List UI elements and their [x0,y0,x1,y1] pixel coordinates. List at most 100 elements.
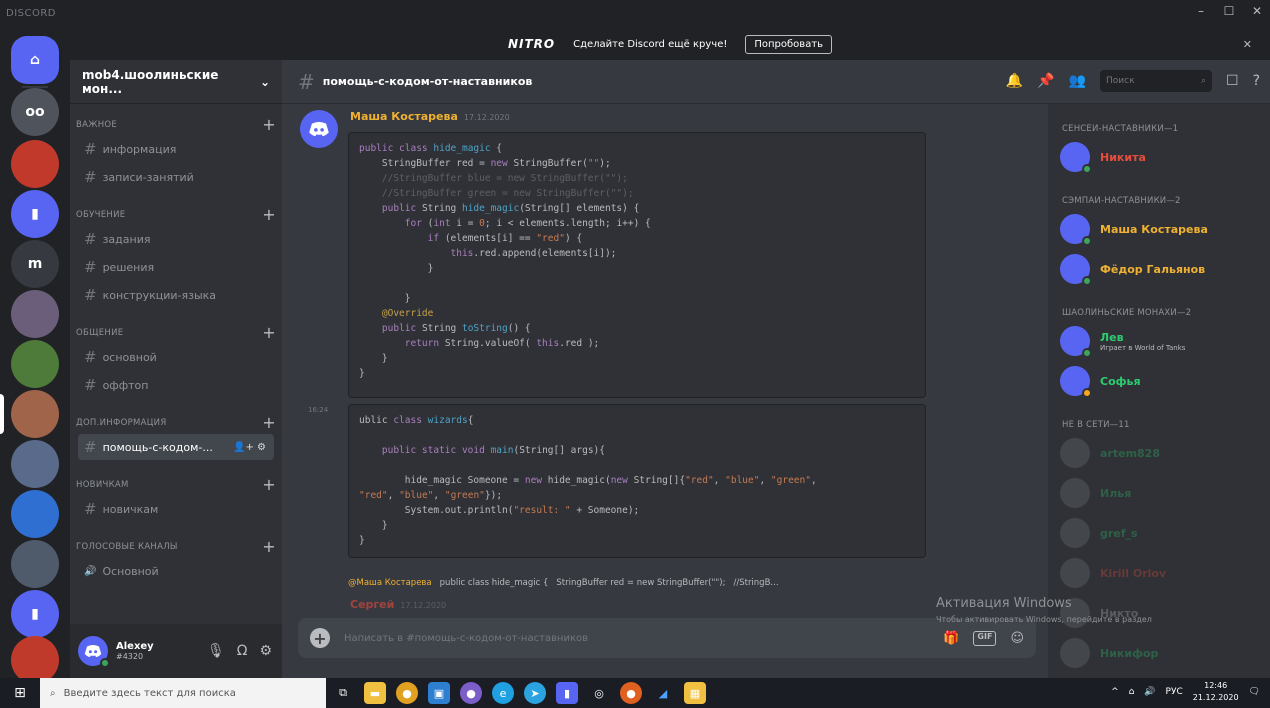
file-explorer-icon[interactable]: ▬ [364,682,386,704]
search-icon: ⌕ [1200,76,1206,86]
firefox-icon[interactable]: ● [620,682,642,704]
gif-icon[interactable]: GIF [973,630,997,646]
help-icon[interactable]: ? [1253,73,1260,89]
clock[interactable]: 12:46 21.12.2020 [1193,680,1239,704]
vscode-icon[interactable]: ◢ [652,682,674,704]
gift-icon[interactable]: 🎁 [943,631,959,646]
channel-category[interactable]: ОБУЧЕНИЕ + [76,205,276,224]
microphone-icon[interactable]: 🎙 [207,643,225,659]
chrome-icon[interactable]: ● [396,682,418,704]
add-channel-icon[interactable]: + [262,537,276,556]
member-name: Никифор [1100,646,1159,660]
channel-category[interactable]: ГОЛОСОВЫЕ КАНАЛЫ + [76,537,276,556]
nitro-close-icon[interactable]: ✕ [1243,38,1252,51]
server-icon[interactable] [11,390,59,438]
gear-icon[interactable]: ⚙ [259,643,272,659]
guild-header[interactable]: mob4.шоолиньские мон... ⌄ [70,60,282,104]
network-icon[interactable]: ⌂ [1129,687,1135,697]
member-item[interactable]: Никифор [1060,638,1158,668]
next-message-author[interactable]: Сергей [350,598,394,611]
maximize-button[interactable]: ☐ [1222,4,1236,18]
reply-preview[interactable]: @Маша Костарева public class hide_magic … [348,578,779,588]
discord-taskbar-icon[interactable]: ▮ [556,682,578,704]
server-icon[interactable]: m [11,240,59,288]
bell-icon[interactable]: 🔔 [1006,73,1023,89]
channel-item[interactable]: # решения [78,254,274,280]
member-item[interactable]: Софья [1060,366,1141,398]
server-icon[interactable] [11,636,59,684]
server-icon[interactable] [11,440,59,488]
pin-icon[interactable]: 📌 [1037,73,1054,89]
server-icon[interactable] [11,140,59,188]
add-attachment-icon[interactable]: + [310,628,330,648]
message-avatar[interactable] [300,110,338,148]
github-icon[interactable]: ◎ [588,682,610,704]
add-channel-icon[interactable]: + [262,413,276,432]
channel-category[interactable]: ВАЖНОЕ + [76,115,276,134]
server-icon[interactable]: ▮ [11,590,59,638]
app-icon[interactable]: ● [460,682,482,704]
member-item[interactable]: Kirill Orlov [1060,558,1166,588]
server-icon[interactable] [11,340,59,388]
telegram-icon[interactable]: ➤ [524,682,546,704]
message-author[interactable]: Маша Костарева [350,110,458,123]
add-channel-icon[interactable]: + [262,205,276,224]
nitro-try-button[interactable]: Попробовать [745,34,833,54]
member-item[interactable]: Маша Костарева [1060,214,1208,246]
channel-category[interactable]: НОВИЧКАМ + [76,475,276,494]
member-avatar [1060,638,1090,668]
edge-icon[interactable]: e [492,682,514,704]
channel-settings-icon[interactable]: 👤+ ⚙ [233,442,266,453]
minecraft-icon[interactable]: ▦ [684,682,706,704]
language-indicator[interactable]: РУС [1166,687,1183,697]
channel-item[interactable]: # информация [78,136,274,162]
store-icon[interactable]: ▣ [428,682,450,704]
close-window-button[interactable]: ✕ [1250,4,1264,18]
member-item[interactable]: Лев Играет в World of Tanks [1060,326,1185,358]
member-item[interactable]: Никита [1060,142,1146,174]
server-icon[interactable] [11,540,59,588]
channel-item[interactable]: # записи-занятий [78,164,274,190]
minimize-button[interactable]: – [1194,4,1208,18]
user-avatar[interactable] [78,636,110,668]
emoji-icon[interactable]: ☺ [1010,631,1024,646]
server-icon[interactable]: oo [11,88,59,136]
notifications-icon[interactable]: 🗨 [1249,687,1260,697]
chevron-up-icon[interactable]: ^ [1111,687,1119,697]
code-block: ublic class wizards{ public static void … [348,404,926,558]
channel-item[interactable]: # оффтоп [78,372,274,398]
taskbar-apps: ⧉ ▬ ● ▣ ● e ➤ ▮ ◎ ● ◢ ▦ [332,682,706,704]
task-view-icon[interactable]: ⧉ [332,682,354,704]
add-channel-icon[interactable]: + [262,323,276,342]
channel-item[interactable]: # новичкам [78,496,274,522]
header-tools: 🔔 📌 👥 Поиск ⌕ ☐ ? [1006,70,1260,92]
channel-category[interactable]: ДОП.ИНФОРМАЦИЯ + [76,413,276,432]
taskbar-search-input[interactable]: ⌕ Введите здесь текст для поиска [40,678,326,708]
channel-category[interactable]: ОБЩЕНИЕ + [76,323,276,342]
volume-icon[interactable]: 🔊 [1144,687,1155,697]
server-icon[interactable]: ▮ [11,190,59,238]
home-server-icon[interactable]: ⌂ [11,36,59,84]
member-item[interactable]: gref_s [1060,518,1138,548]
inbox-icon[interactable]: ☐ [1226,73,1239,89]
add-channel-icon[interactable]: + [262,115,276,134]
channel-item[interactable]: # помощь-с-кодом-... 👤+ ⚙ [78,434,274,460]
member-avatar [1060,254,1092,286]
server-icon[interactable] [11,290,59,338]
reply-snippet-3: //StringB... [733,578,779,588]
member-item[interactable]: artem828 [1060,438,1160,468]
channel-item[interactable]: # задания [78,226,274,252]
windows-start-icon[interactable]: ⊞ [0,678,40,708]
message-composer[interactable]: + Написать в #помощь-с-кодом-от-наставни… [298,618,1036,658]
headphones-icon[interactable]: Ω [237,643,248,659]
channel-item[interactable]: # конструкции-языка [78,282,274,308]
member-item[interactable]: Илья [1060,478,1131,508]
search-input[interactable]: Поиск ⌕ [1100,70,1212,92]
category-name: НОВИЧКАМ [76,480,129,490]
channel-item[interactable]: 🔊 Основной [78,558,274,584]
members-icon[interactable]: 👥 [1069,73,1086,89]
member-item[interactable]: Фёдор Гальянов [1060,254,1205,286]
server-icon[interactable] [11,490,59,538]
add-channel-icon[interactable]: + [262,475,276,494]
channel-item[interactable]: # основной [78,344,274,370]
